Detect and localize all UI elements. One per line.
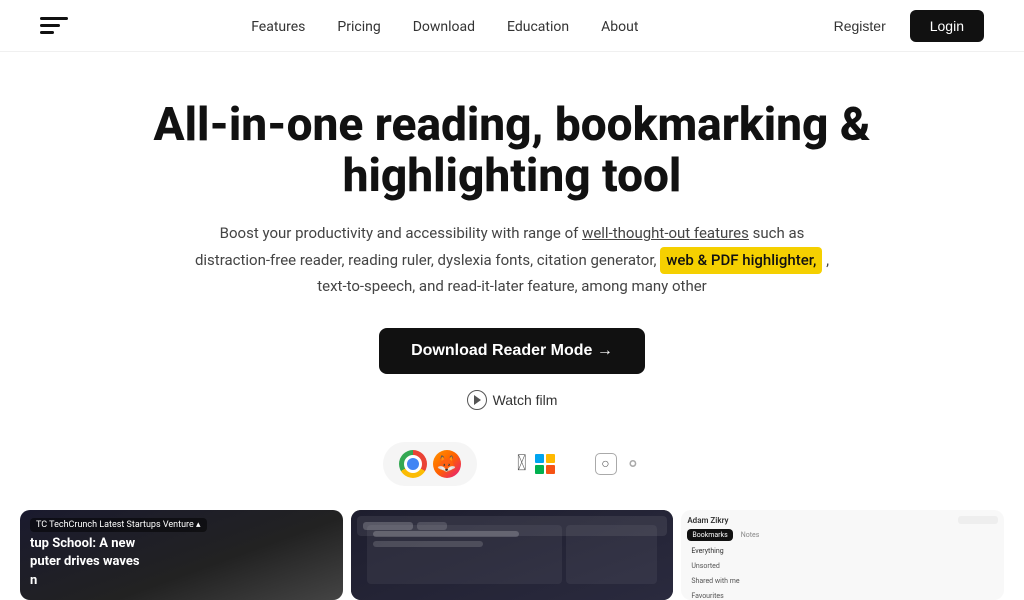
bookmark-item-4: Favourites bbox=[687, 590, 998, 600]
notes-tab: Notes bbox=[737, 529, 764, 541]
nav-item-download[interactable]: Download bbox=[413, 19, 475, 35]
bookmark-item-2: Unsorted bbox=[687, 560, 998, 572]
firefox-icon: 🦊 bbox=[433, 450, 461, 478]
hero-section: All-in-one reading, bookmarking & highli… bbox=[0, 52, 1024, 410]
toolbar-mock bbox=[357, 516, 668, 536]
nav-item-education[interactable]: Education bbox=[507, 19, 569, 35]
screenshot-1-label: TC TechCrunch Latest Startups Venture ▴ bbox=[30, 518, 207, 532]
screenshot-card-2 bbox=[351, 510, 674, 600]
download-cta-button[interactable]: Download Reader Mode → bbox=[379, 328, 645, 374]
nav-item-about[interactable]: About bbox=[601, 19, 638, 35]
bookmark-header: Adam Zikry bbox=[687, 516, 998, 525]
browser-group-chrome-firefox[interactable]: 🦊 bbox=[383, 442, 477, 486]
screenshot-card-1-inner: TC TechCrunch Latest Startups Venture ▴ … bbox=[20, 510, 343, 600]
search-bar-mock bbox=[958, 516, 998, 524]
logo[interactable] bbox=[40, 15, 68, 37]
screenshot-card-1: TC TechCrunch Latest Startups Venture ▴ … bbox=[20, 510, 343, 600]
user-name: Adam Zikry bbox=[687, 516, 728, 525]
chrome-icon bbox=[399, 450, 427, 478]
watch-film-label: Watch film bbox=[493, 392, 558, 408]
hero-subtitle: Boost your productivity and accessibilit… bbox=[182, 221, 842, 300]
windows-icon bbox=[535, 454, 555, 474]
desktop-platform-group[interactable]:  bbox=[517, 451, 555, 476]
appstore-icon: ○ bbox=[595, 453, 617, 475]
subtitle-text-1: Boost your productivity and accessibilit… bbox=[220, 224, 582, 242]
nav-item-pricing[interactable]: Pricing bbox=[337, 19, 380, 35]
mobile-platform-group[interactable]: ○ ⚬ bbox=[595, 452, 642, 476]
nav-links: Features Pricing Download Education Abou… bbox=[251, 16, 638, 35]
tab-row: Bookmarks Notes bbox=[687, 529, 998, 541]
bookmarks-tab: Bookmarks bbox=[687, 529, 732, 541]
screenshot-card-2-inner bbox=[351, 510, 674, 600]
login-button[interactable]: Login bbox=[910, 10, 984, 42]
hero-title: All-in-one reading, bookmarking & highli… bbox=[82, 100, 942, 201]
register-button[interactable]: Register bbox=[822, 12, 898, 40]
toolbar-item-1 bbox=[363, 522, 413, 530]
bookmark-item-3: Shared with me bbox=[687, 575, 998, 587]
play-triangle-icon bbox=[474, 395, 481, 405]
logo-icon bbox=[40, 15, 68, 37]
play-icon bbox=[467, 390, 487, 410]
toolbar-item-2 bbox=[417, 522, 447, 530]
highlight-text: web & PDF highlighter, bbox=[660, 247, 822, 275]
screenshots-row: TC TechCrunch Latest Startups Venture ▴ … bbox=[0, 510, 1024, 600]
nav-actions: Register Login bbox=[822, 10, 984, 42]
subtitle-underline: well-thought-out features bbox=[582, 224, 749, 242]
apple-icon:  bbox=[517, 451, 527, 476]
nav-item-features[interactable]: Features bbox=[251, 19, 305, 35]
watch-film-button[interactable]: Watch film bbox=[467, 390, 558, 410]
text-line-2 bbox=[373, 541, 483, 547]
screenshot-1-text: tup School: A newputer drives wavesn bbox=[30, 535, 140, 590]
screenshot-card-3-inner: Adam Zikry Bookmarks Notes Everything Un… bbox=[681, 510, 1004, 600]
screenshot-card-3: Adam Zikry Bookmarks Notes Everything Un… bbox=[681, 510, 1004, 600]
bookmark-list: Everything Unsorted Shared with me Favou… bbox=[687, 545, 998, 600]
navbar: Features Pricing Download Education Abou… bbox=[0, 0, 1024, 52]
browser-icons-section: 🦊  ○ ⚬ bbox=[0, 442, 1024, 486]
android-icon: ⚬ bbox=[625, 452, 642, 476]
bookmark-item-1: Everything bbox=[687, 545, 998, 557]
hero-cta: Download Reader Mode → Watch film bbox=[40, 328, 984, 410]
